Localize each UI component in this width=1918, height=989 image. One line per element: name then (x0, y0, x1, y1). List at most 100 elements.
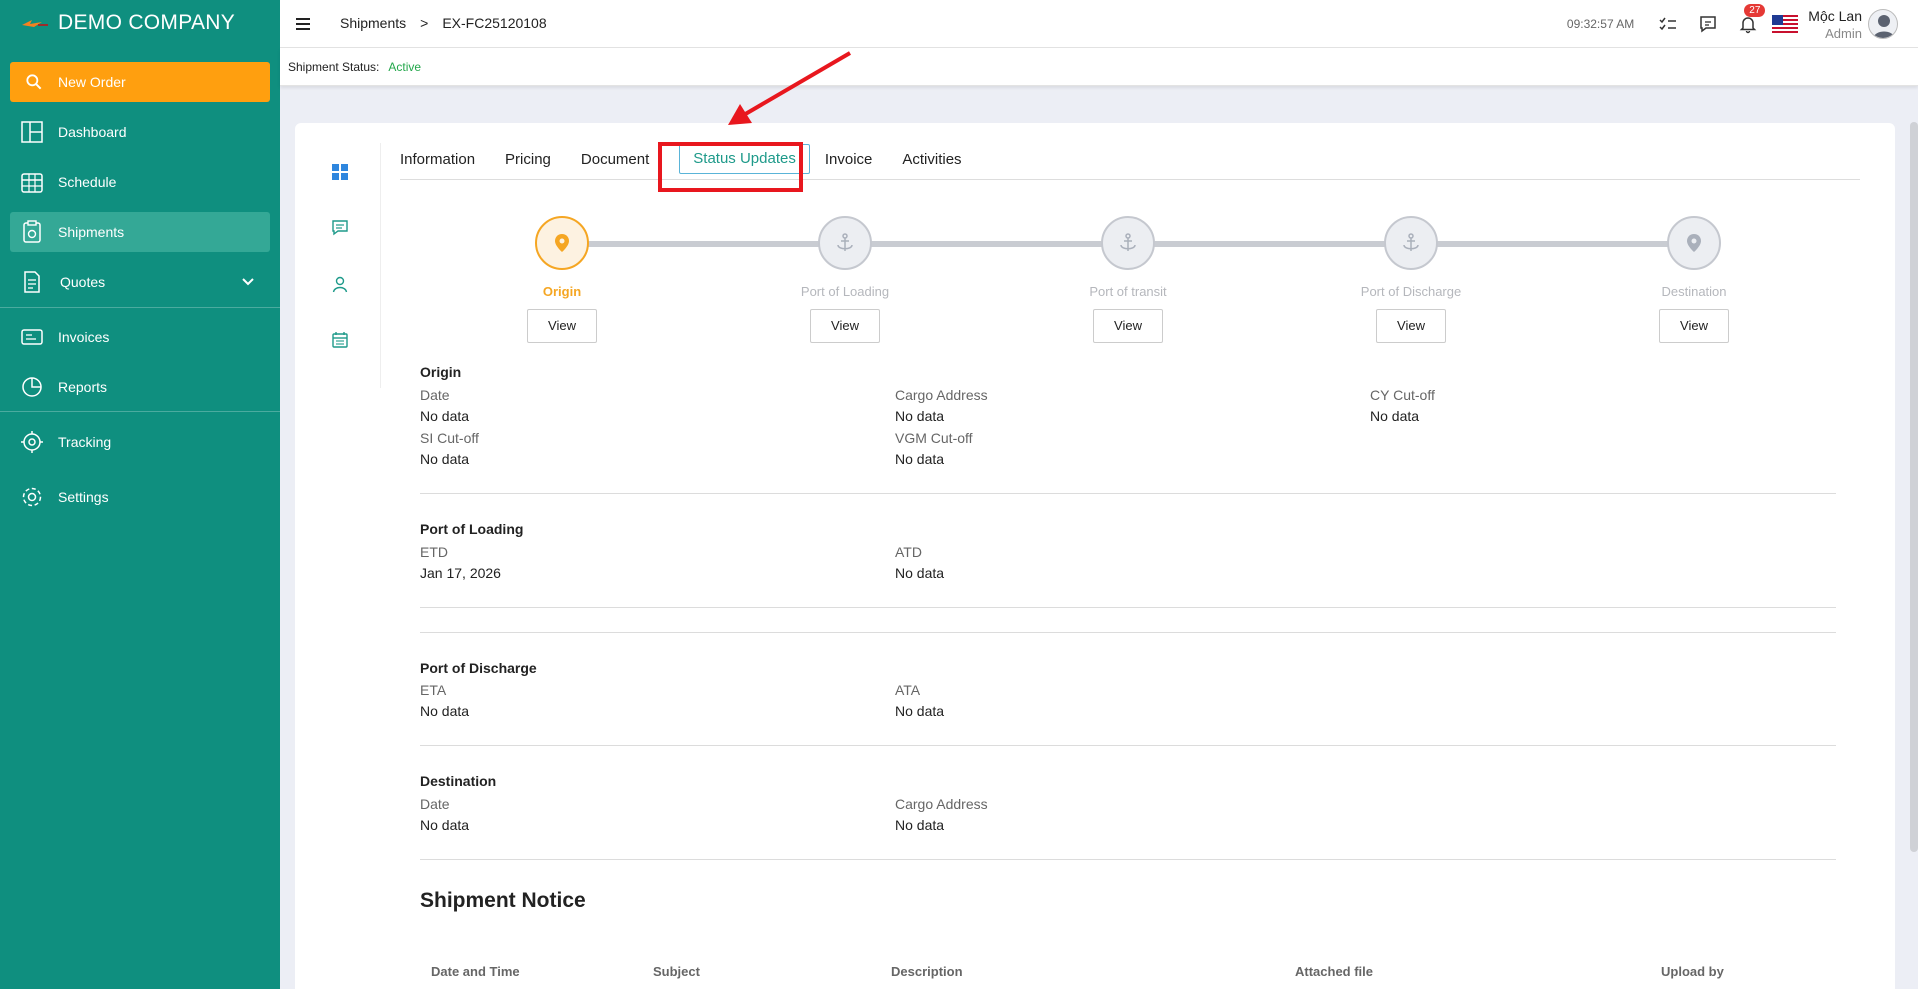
tab-document[interactable]: Document (581, 150, 664, 180)
message-icon[interactable] (331, 219, 349, 237)
sidebar-item-quotes[interactable]: Quotes (10, 262, 270, 302)
origin-vgm-cutoff-label: VGM Cut-off (895, 430, 973, 446)
column-header-upload-by[interactable]: Upload by (1661, 964, 1724, 979)
section-divider (420, 745, 1836, 746)
origin-date-label: Date (420, 387, 450, 403)
shipment-notice-title: Shipment Notice (420, 889, 586, 912)
sidebar-item-reports[interactable]: Reports (10, 367, 270, 407)
origin-si-cutoff-label: SI Cut-off (420, 430, 479, 446)
view-port-of-loading-button[interactable]: View (810, 309, 880, 343)
sidebar-item-tracking[interactable]: Tracking (10, 422, 270, 462)
sidebar-item-schedule[interactable]: Schedule (10, 162, 270, 202)
brand[interactable]: DEMO COMPANY (20, 10, 235, 36)
bell-icon[interactable]: 27 (1738, 4, 1766, 34)
view-origin-button[interactable]: View (527, 309, 597, 343)
origin-vgm-cutoff-value: No data (895, 451, 945, 467)
dashboard-icon (20, 120, 44, 144)
column-header-subject[interactable]: Subject (653, 964, 700, 979)
sidebar-item-settings[interactable]: Settings (10, 477, 270, 517)
sidebar-item-invoices[interactable]: Invoices (10, 317, 270, 357)
ata-value: No data (895, 703, 945, 719)
user-icon[interactable] (331, 275, 349, 293)
tab-activities[interactable]: Activities (902, 150, 976, 180)
hamburger-menu-icon[interactable] (295, 15, 313, 33)
atd-label: ATD (895, 544, 922, 560)
anchor-icon (1384, 216, 1438, 270)
sidebar-item-label: Settings (58, 489, 109, 505)
origin-cy-cutoff-label: CY Cut-off (1370, 387, 1435, 403)
breadcrumb: Shipments > EX-FC25120108 (340, 15, 547, 31)
etd-label: ETD (420, 544, 448, 560)
loading-section-title: Port of Loading (420, 521, 524, 537)
sidebar-item-label: Dashboard (58, 124, 127, 140)
gear-icon (20, 485, 44, 509)
calendar-icon[interactable] (331, 331, 349, 349)
top-right-controls: 09:32:57 AM 27 Mộc Lan Admin (1567, 0, 1918, 48)
destination-cargo-label: Cargo Address (895, 796, 988, 812)
checklist-icon[interactable] (1658, 14, 1678, 34)
annotation-highlight-box (658, 142, 803, 192)
view-destination-button[interactable]: View (1659, 309, 1729, 343)
sidebar-item-label: Reports (58, 379, 108, 395)
ata-label: ATA (895, 682, 921, 698)
timeline-step-destination: Destination View (1594, 216, 1794, 343)
view-port-of-discharge-button[interactable]: View (1376, 309, 1446, 343)
map-pin-icon (535, 216, 589, 270)
eta-value: No data (420, 703, 470, 719)
new-order-label: New Order (58, 74, 126, 90)
timeline-step-label: Destination (1661, 284, 1727, 299)
origin-cy-cutoff-value: No data (1370, 408, 1420, 424)
sidebar-item-label: Schedule (58, 174, 117, 190)
tab-information[interactable]: Information (400, 150, 490, 180)
detail-side-toolbar (331, 163, 355, 387)
sidebar-item-label: Quotes (60, 274, 106, 290)
column-header-attached-file[interactable]: Attached file (1295, 964, 1373, 979)
shipment-status-label: Shipment Status: (288, 59, 380, 74)
sidebar-item-dashboard[interactable]: Dashboard (10, 112, 270, 152)
anchor-icon (818, 216, 872, 270)
new-order-button[interactable]: New Order (10, 62, 270, 102)
chevron-down-icon[interactable] (240, 274, 256, 290)
destination-cargo-value: No data (895, 817, 945, 833)
eta-label: ETA (420, 682, 447, 698)
section-divider (420, 493, 1836, 494)
column-header-description[interactable]: Description (891, 964, 963, 979)
vertical-divider (380, 143, 381, 388)
location-target-icon (20, 430, 44, 454)
column-header-date-time[interactable]: Date and Time (431, 964, 520, 979)
origin-si-cutoff-value: No data (420, 451, 470, 467)
company-name: DEMO COMPANY (58, 11, 236, 34)
nav-divider (0, 307, 280, 308)
tab-pricing[interactable]: Pricing (505, 150, 566, 180)
atd-value: No data (895, 565, 945, 581)
grid-view-icon[interactable] (331, 163, 349, 181)
discharge-section-title: Port of Discharge (420, 660, 537, 676)
top-bar: Shipments > EX-FC25120108 09:32:57 AM 27… (280, 0, 1918, 48)
shipment-status-value: Active (388, 59, 422, 74)
timeline-step-port-of-loading: Port of Loading View (745, 216, 945, 343)
user-name: Mộc Lan (1808, 7, 1862, 24)
view-port-of-transit-button[interactable]: View (1093, 309, 1163, 343)
timeline-step-origin: Origin View (462, 216, 662, 343)
notification-badge: 27 (1744, 4, 1766, 17)
chat-icon[interactable] (1698, 14, 1718, 34)
avatar[interactable] (1868, 9, 1898, 39)
breadcrumb-shipments-link[interactable]: Shipments (340, 15, 406, 31)
timeline-step-label: Port of Loading (800, 284, 890, 299)
etd-value: Jan 17, 2026 (420, 565, 501, 581)
annotation-arrow (728, 51, 852, 125)
page-scrollbar[interactable] (1910, 122, 1918, 852)
us-flag-icon[interactable] (1772, 15, 1799, 33)
tab-bar: Information Pricing Document Status Upda… (400, 144, 1860, 180)
document-icon (20, 270, 44, 294)
sidebar-item-label: Invoices (58, 329, 110, 345)
company-logo-icon (20, 18, 50, 28)
sidebar-item-shipments[interactable]: Shipments (10, 212, 270, 252)
origin-section-title: Origin (420, 364, 462, 380)
breadcrumb-current: EX-FC25120108 (442, 15, 547, 31)
invoice-icon (20, 325, 44, 349)
origin-cargo-label: Cargo Address (895, 387, 988, 403)
user-info[interactable]: Mộc Lan Admin (1808, 8, 1862, 41)
tab-invoice[interactable]: Invoice (825, 150, 888, 180)
sidebar: DEMO COMPANY New Order Dashboard Schedul… (0, 0, 280, 989)
